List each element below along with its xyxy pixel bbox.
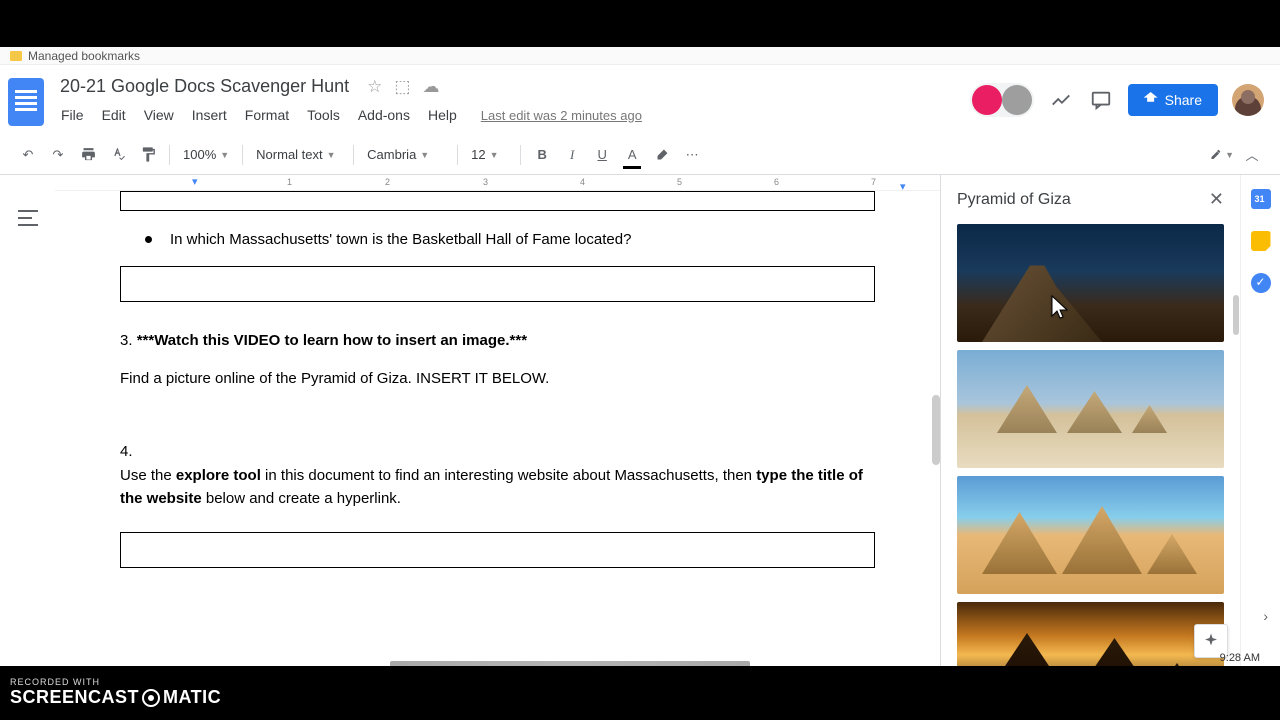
explore-panel: Pyramid of Giza ✕ [940,175,1240,696]
question-3[interactable]: 3. ***Watch this VIDEO to learn how to i… [120,330,875,353]
move-icon[interactable]: ⬚ [394,77,410,97]
answer-box[interactable] [120,532,875,568]
left-gutter [0,175,55,696]
system-clock: 9:28 AM [1220,652,1260,664]
image-result[interactable] [957,350,1224,468]
anonymous-avatar[interactable] [1002,85,1032,115]
calendar-icon[interactable] [1251,189,1271,209]
keep-icon[interactable] [1251,231,1271,251]
last-edit-link[interactable]: Last edit was 2 minutes ago [474,104,649,127]
record-dot-icon [142,689,160,707]
bullet-icon [145,236,152,243]
managed-bookmarks[interactable]: Managed bookmarks [28,49,140,63]
google-docs-logo-icon[interactable] [8,78,44,126]
explore-search-title[interactable]: Pyramid of Giza [957,191,1071,209]
side-rail [1240,175,1280,696]
menu-addons[interactable]: Add-ons [351,103,417,127]
bold-icon[interactable]: B [530,143,554,167]
menu-help[interactable]: Help [421,103,464,127]
answer-box[interactable] [120,266,875,302]
side-rail-expand-icon[interactable]: › [1263,608,1268,624]
bookmarks-bar: Managed bookmarks [0,47,1280,65]
redo-icon[interactable]: ↷ [46,143,70,167]
zoom-select[interactable]: 100%▼ [179,145,233,164]
undo-icon[interactable]: ↶ [16,143,40,167]
main-area: ▾ 1 2 3 4 5 6 7 ▾ In which Massachusetts… [0,175,1280,696]
menu-file[interactable]: File [54,103,91,127]
print-icon[interactable] [76,143,100,167]
left-indent-marker[interactable]: ▾ [192,175,198,188]
panel-scrollbar[interactable] [1233,295,1239,335]
share-label: Share [1165,92,1202,108]
image-result[interactable] [957,224,1224,342]
user-account-avatar[interactable] [1232,84,1264,116]
tasks-icon[interactable] [1251,273,1271,293]
question-text[interactable]: In which Massachusetts' town is the Bask… [170,229,631,252]
horizontal-ruler[interactable]: ▾ 1 2 3 4 5 6 7 ▾ [55,175,940,191]
collapse-toolbar-icon[interactable]: ︿ [1240,143,1264,167]
folder-icon [10,51,22,61]
question-4-label[interactable]: 4. [120,441,875,464]
activity-icon[interactable] [1048,87,1074,113]
answer-box[interactable] [120,191,875,211]
formatting-toolbar: ↶ ↷ 100%▼ Normal text▼ Cambria▼ 12▼ B I … [0,135,1280,175]
document-title[interactable]: 20-21 Google Docs Scavenger Hunt [54,73,355,100]
document-outline-icon[interactable] [18,210,38,226]
menu-format[interactable]: Format [238,103,296,127]
spellcheck-icon[interactable] [106,143,130,167]
letterbox-bottom: RECORDED WITH SCREENCASTMATIC [0,666,1280,720]
comments-icon[interactable] [1088,87,1114,113]
star-icon[interactable]: ☆ [367,77,382,97]
collaborator-avatars[interactable] [970,83,1034,117]
menu-edit[interactable]: Edit [95,103,133,127]
cloud-saved-icon: ☁ [422,77,439,97]
letterbox-top [0,0,1280,47]
question-4-text[interactable]: Use the explore tool in this document to… [120,465,875,510]
menu-tools[interactable]: Tools [300,103,347,127]
menu-bar: File Edit View Insert Format Tools Add-o… [54,103,970,127]
underline-icon[interactable]: U [590,143,614,167]
close-icon[interactable]: ✕ [1209,189,1224,210]
editing-mode-icon[interactable]: ▼ [1210,143,1234,167]
text-color-icon[interactable]: A [620,143,644,167]
highlight-icon[interactable] [650,143,674,167]
document-page[interactable]: In which Massachusetts' town is the Bask… [90,191,905,608]
docs-header: 20-21 Google Docs Scavenger Hunt ☆ ⬚ ☁ F… [0,65,1280,135]
recorder-watermark: RECORDED WITH SCREENCASTMATIC [10,678,221,708]
menu-view[interactable]: View [137,103,181,127]
more-tools-icon[interactable]: ⋯ [680,143,704,167]
menu-insert[interactable]: Insert [185,103,234,127]
italic-icon[interactable]: I [560,143,584,167]
style-select[interactable]: Normal text▼ [252,145,344,164]
font-select[interactable]: Cambria▼ [363,145,448,164]
question-3-instruction[interactable]: Find a picture online of the Pyramid of … [120,368,875,391]
document-canvas[interactable]: ▾ 1 2 3 4 5 6 7 ▾ In which Massachusetts… [55,175,940,696]
paint-format-icon[interactable] [136,143,160,167]
image-result[interactable] [957,476,1224,594]
collaborator-avatar[interactable] [972,85,1002,115]
vertical-scrollbar[interactable] [932,395,940,465]
fontsize-select[interactable]: 12▼ [467,145,511,164]
share-button[interactable]: Share [1128,84,1218,116]
